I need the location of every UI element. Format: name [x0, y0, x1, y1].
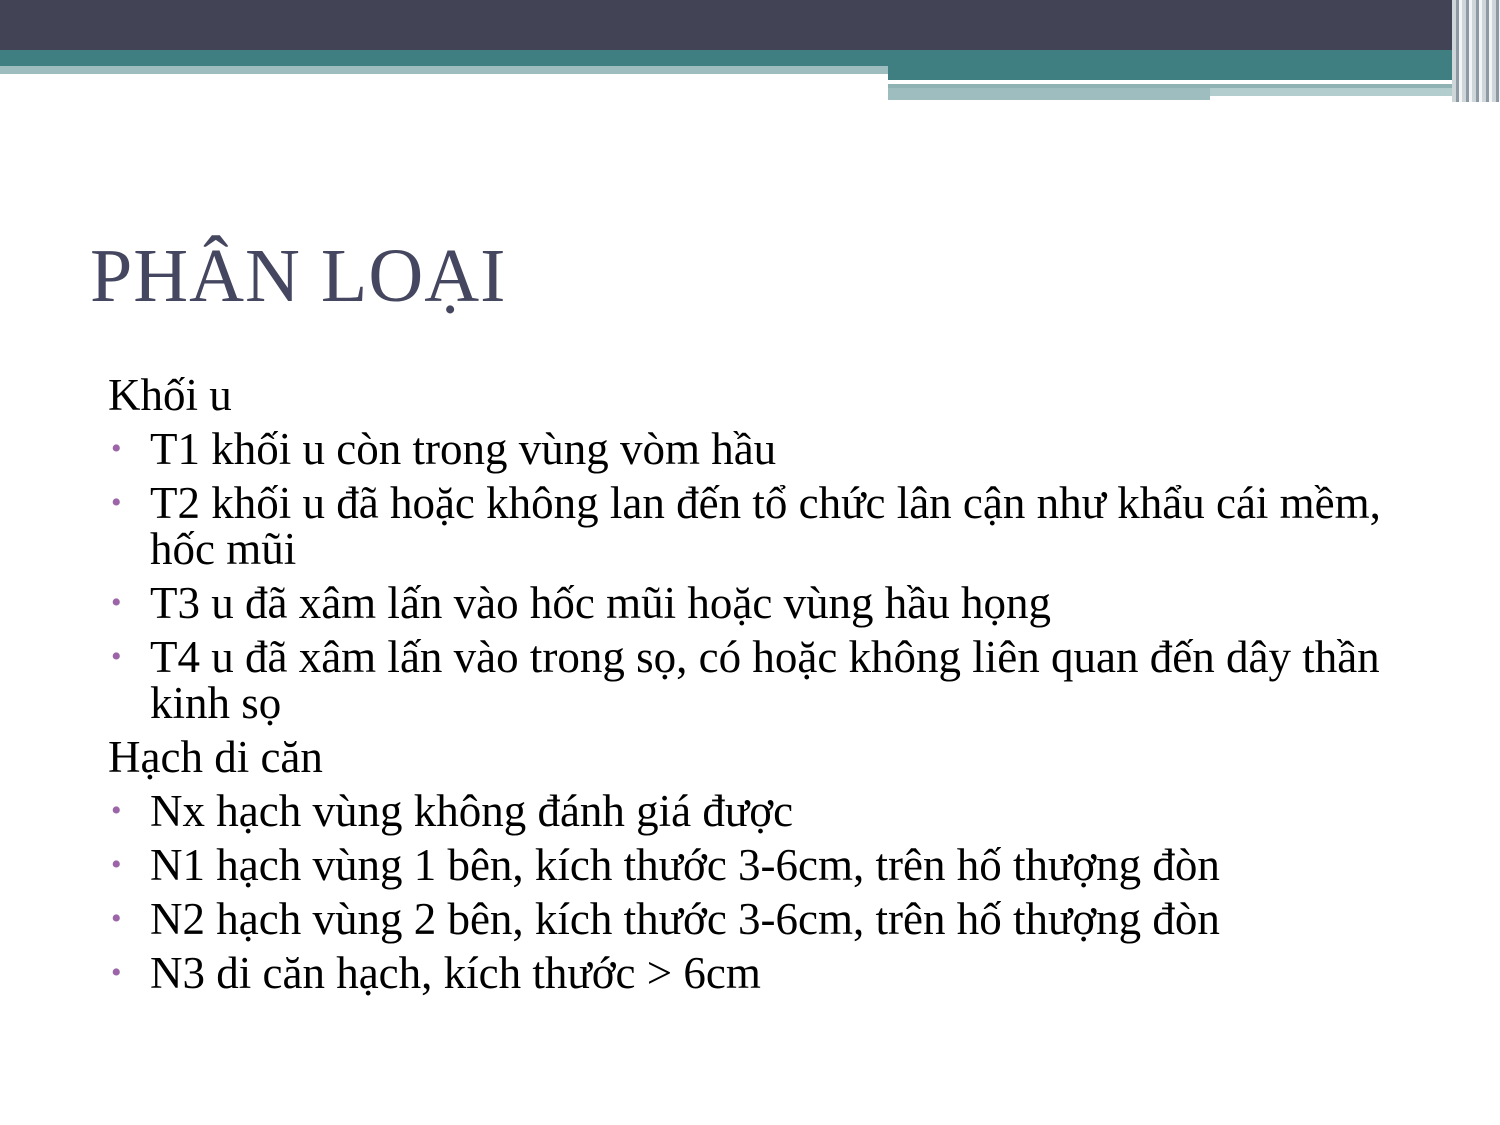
header-band-light-left [0, 66, 888, 74]
list-item-text: N1 hạch vùng 1 bên, kích thước 3-6cm, tr… [150, 840, 1220, 890]
bullet-icon: • [111, 586, 122, 619]
section-heading-nodes: Hạch di căn [108, 732, 323, 782]
header-band-teal [0, 50, 1500, 66]
list-item: • N2 hạch vùng 2 bên, kích thước 3-6cm, … [108, 896, 1438, 942]
list-item-text: T1 khối u còn trong vùng vòm hầu [150, 424, 777, 474]
list-item: • Nx hạch vùng không đánh giá được [108, 788, 1438, 834]
list-item: • T4 u đã xâm lấn vào trong sọ, có hoặc … [108, 634, 1438, 726]
slide-body: Khối u • T1 khối u còn trong vùng vòm hầ… [108, 372, 1438, 1004]
slide-title: PHÂN LOẠI [90, 234, 507, 318]
bullet-icon: • [111, 432, 122, 465]
list-item: • T1 khối u còn trong vùng vòm hầu [108, 426, 1438, 472]
bullet-icon: • [111, 848, 122, 881]
list-item: • T3 u đã xâm lấn vào hốc mũi hoặc vùng … [108, 580, 1438, 626]
list-item-text: Nx hạch vùng không đánh giá được [150, 786, 794, 836]
list-item: • N1 hạch vùng 1 bên, kích thước 3-6cm, … [108, 842, 1438, 888]
bullet-icon: • [111, 640, 122, 673]
list-item: • T2 khối u đã hoặc không lan đến tổ chứ… [108, 480, 1438, 572]
header-band-dark [0, 0, 1500, 50]
list-item-text: T4 u đã xâm lấn vào trong sọ, có hoặc kh… [150, 632, 1380, 728]
header-band-teal-right [888, 66, 1500, 80]
list-item: • N3 di căn hạch, kích thước > 6cm [108, 950, 1438, 996]
header-band-light-right-2 [1210, 88, 1472, 96]
list-item-text: T3 u đã xâm lấn vào hốc mũi hoặc vùng hầ… [150, 578, 1052, 628]
slide: PHÂN LOẠI Khối u • T1 khối u còn trong v… [0, 0, 1500, 1125]
bullet-icon: • [111, 794, 122, 827]
header-edge-stripes [1452, 0, 1500, 102]
list-item-text: N2 hạch vùng 2 bên, kích thước 3-6cm, tr… [150, 894, 1220, 944]
bullet-icon: • [111, 486, 122, 519]
bullet-icon: • [111, 902, 122, 935]
list-item-text: N3 di căn hạch, kích thước > 6cm [150, 948, 761, 998]
section-heading-tumor: Khối u [108, 370, 232, 420]
header-band-light-right [888, 88, 1210, 100]
list-item-text: T2 khối u đã hoặc không lan đến tổ chức … [150, 478, 1381, 574]
bullet-icon: • [111, 956, 122, 989]
